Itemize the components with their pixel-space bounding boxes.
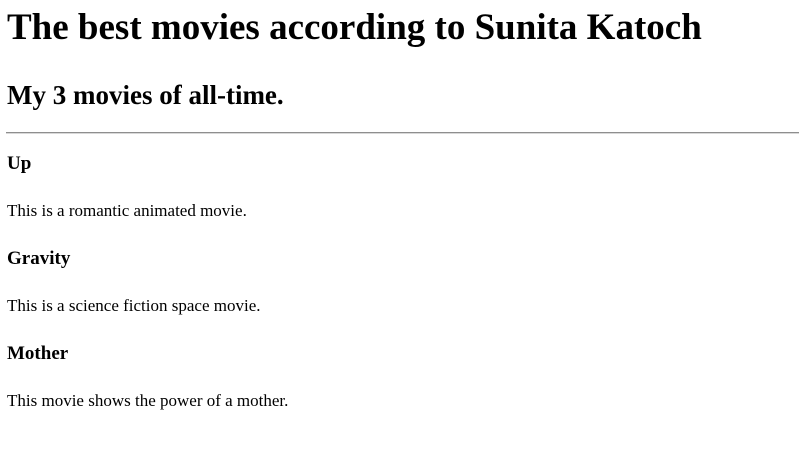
movie-description: This is a science fiction space movie. xyxy=(7,296,261,315)
movie-description: This is a romantic animated movie. xyxy=(7,201,247,220)
page-title: The best movies according to Sunita Kato… xyxy=(7,7,702,48)
movie-item-mother: Mother This movie shows the power of a m… xyxy=(7,342,800,412)
movie-item-gravity: Gravity This is a science fiction space … xyxy=(7,247,800,317)
movie-title: Up xyxy=(7,153,32,174)
movie-list: Up This is a romantic animated movie. Gr… xyxy=(7,152,800,412)
page: The best movies according to Sunita Kato… xyxy=(0,0,800,412)
horizontal-divider xyxy=(6,132,799,134)
movie-description: This movie shows the power of a mother. xyxy=(7,391,289,410)
page-subtitle: My 3 movies of all-time. xyxy=(7,80,284,110)
movie-item-up: Up This is a romantic animated movie. xyxy=(7,152,800,222)
movie-title: Gravity xyxy=(7,248,71,269)
movie-title: Mother xyxy=(7,343,69,364)
